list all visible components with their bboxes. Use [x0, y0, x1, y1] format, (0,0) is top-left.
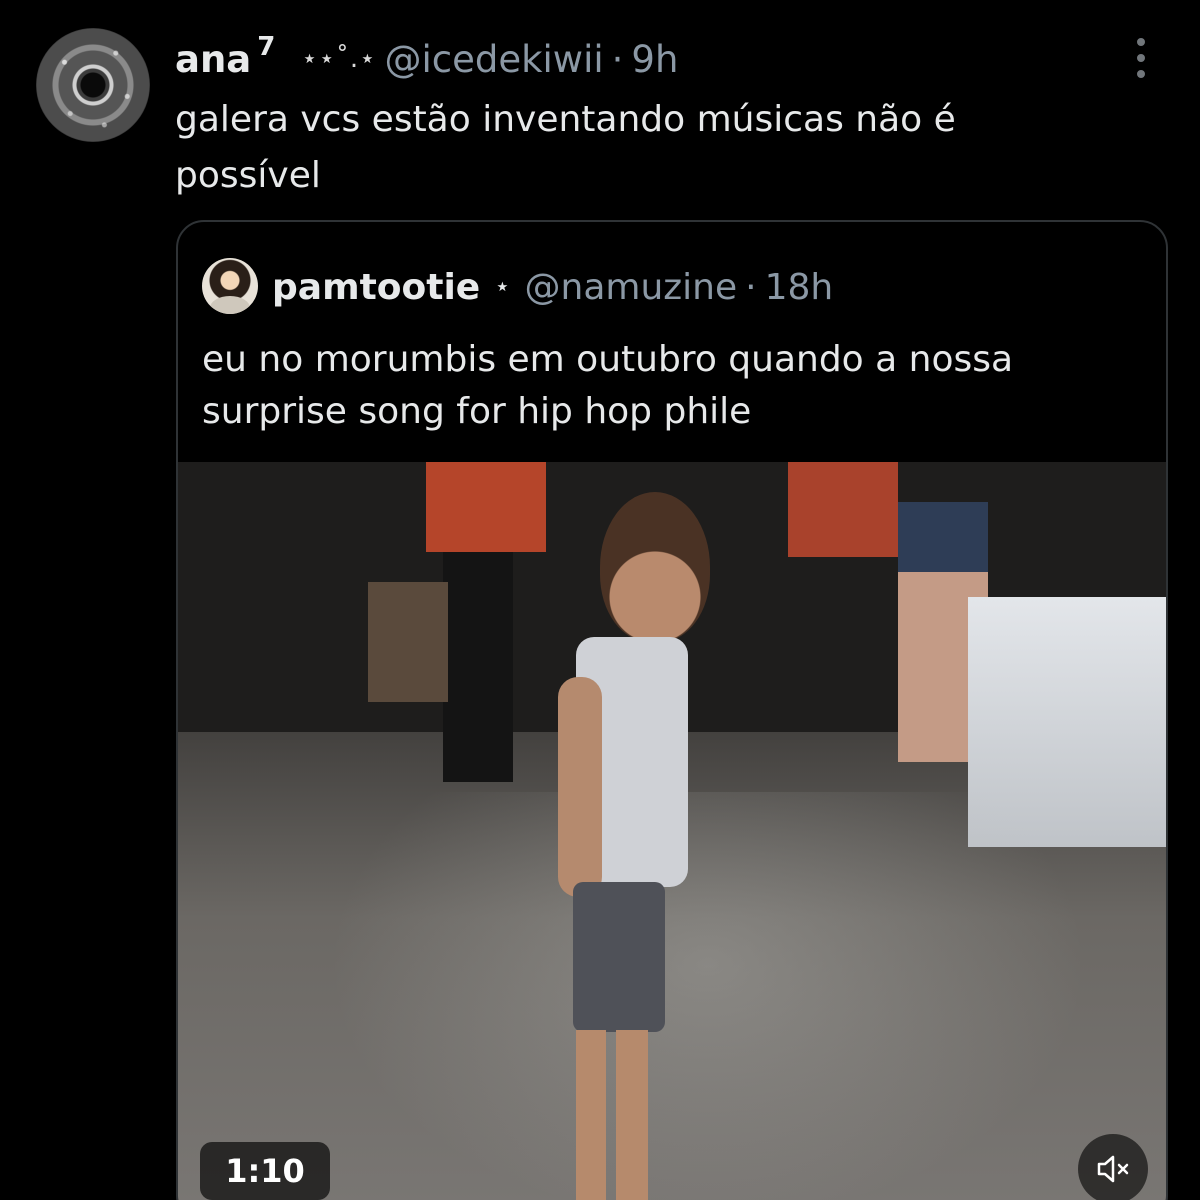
quoted-tweet-text: eu no morumbis em outubro quando a nossa… [202, 339, 1014, 432]
video-frame-box [368, 582, 448, 702]
video-frame-person-legs [443, 552, 513, 782]
video-frame-child-legs [576, 1030, 648, 1200]
video-frame-person-right-red [788, 462, 898, 557]
more-vertical-icon[interactable] [1130, 38, 1152, 78]
author-name-decoration: ⋆⋆˚.⋆ [301, 44, 377, 74]
quoted-tweet-header: pamtootie ⋆ @namuzine · 18h [272, 264, 833, 310]
more-dot [1137, 54, 1145, 62]
video-frame-floor-highlight [328, 792, 1088, 1200]
more-dot [1137, 38, 1145, 46]
video-frame-person-red-shirt [426, 462, 546, 552]
video-player[interactable]: 1:10 [178, 462, 1166, 1200]
quoted-tweet[interactable]: pamtootie ⋆ @namuzine · 18h eu no morumb… [176, 220, 1168, 1200]
quoted-timestamp[interactable]: 18h [765, 267, 834, 308]
quoted-author-name[interactable]: pamtootie [272, 267, 480, 308]
video-duration-badge: 1:10 [200, 1142, 330, 1200]
tweet[interactable]: ana 7 ⋆⋆˚.⋆ @icedekiwii · 9h galera vcs … [0, 0, 1200, 1200]
volume-muted-icon[interactable] [1078, 1134, 1148, 1200]
tweet-header: ana 7 ⋆⋆˚.⋆ @icedekiwii · 9h [175, 32, 678, 82]
quoted-author-handle[interactable]: @namuzine [525, 267, 738, 308]
video-frame-child-arm [558, 677, 602, 897]
tweet-text: galera vcs estão inventando músicas não … [175, 99, 956, 196]
author-name-badge: 7 [257, 32, 276, 62]
video-frame-child-shorts [573, 882, 665, 1032]
volume-muted-icon-graphic [1097, 1155, 1129, 1183]
video-frame-child-head [600, 492, 710, 642]
author-name[interactable]: ana [175, 38, 251, 81]
quoted-author-avatar[interactable] [202, 258, 258, 314]
more-dot [1137, 70, 1145, 78]
author-handle[interactable]: @icedekiwii [384, 38, 603, 81]
quoted-author-decoration: ⋆ [494, 272, 511, 302]
author-avatar[interactable] [36, 28, 150, 142]
quoted-header-separator: · [745, 266, 757, 308]
header-separator: · [611, 37, 624, 81]
post-timestamp[interactable]: 9h [631, 38, 678, 81]
